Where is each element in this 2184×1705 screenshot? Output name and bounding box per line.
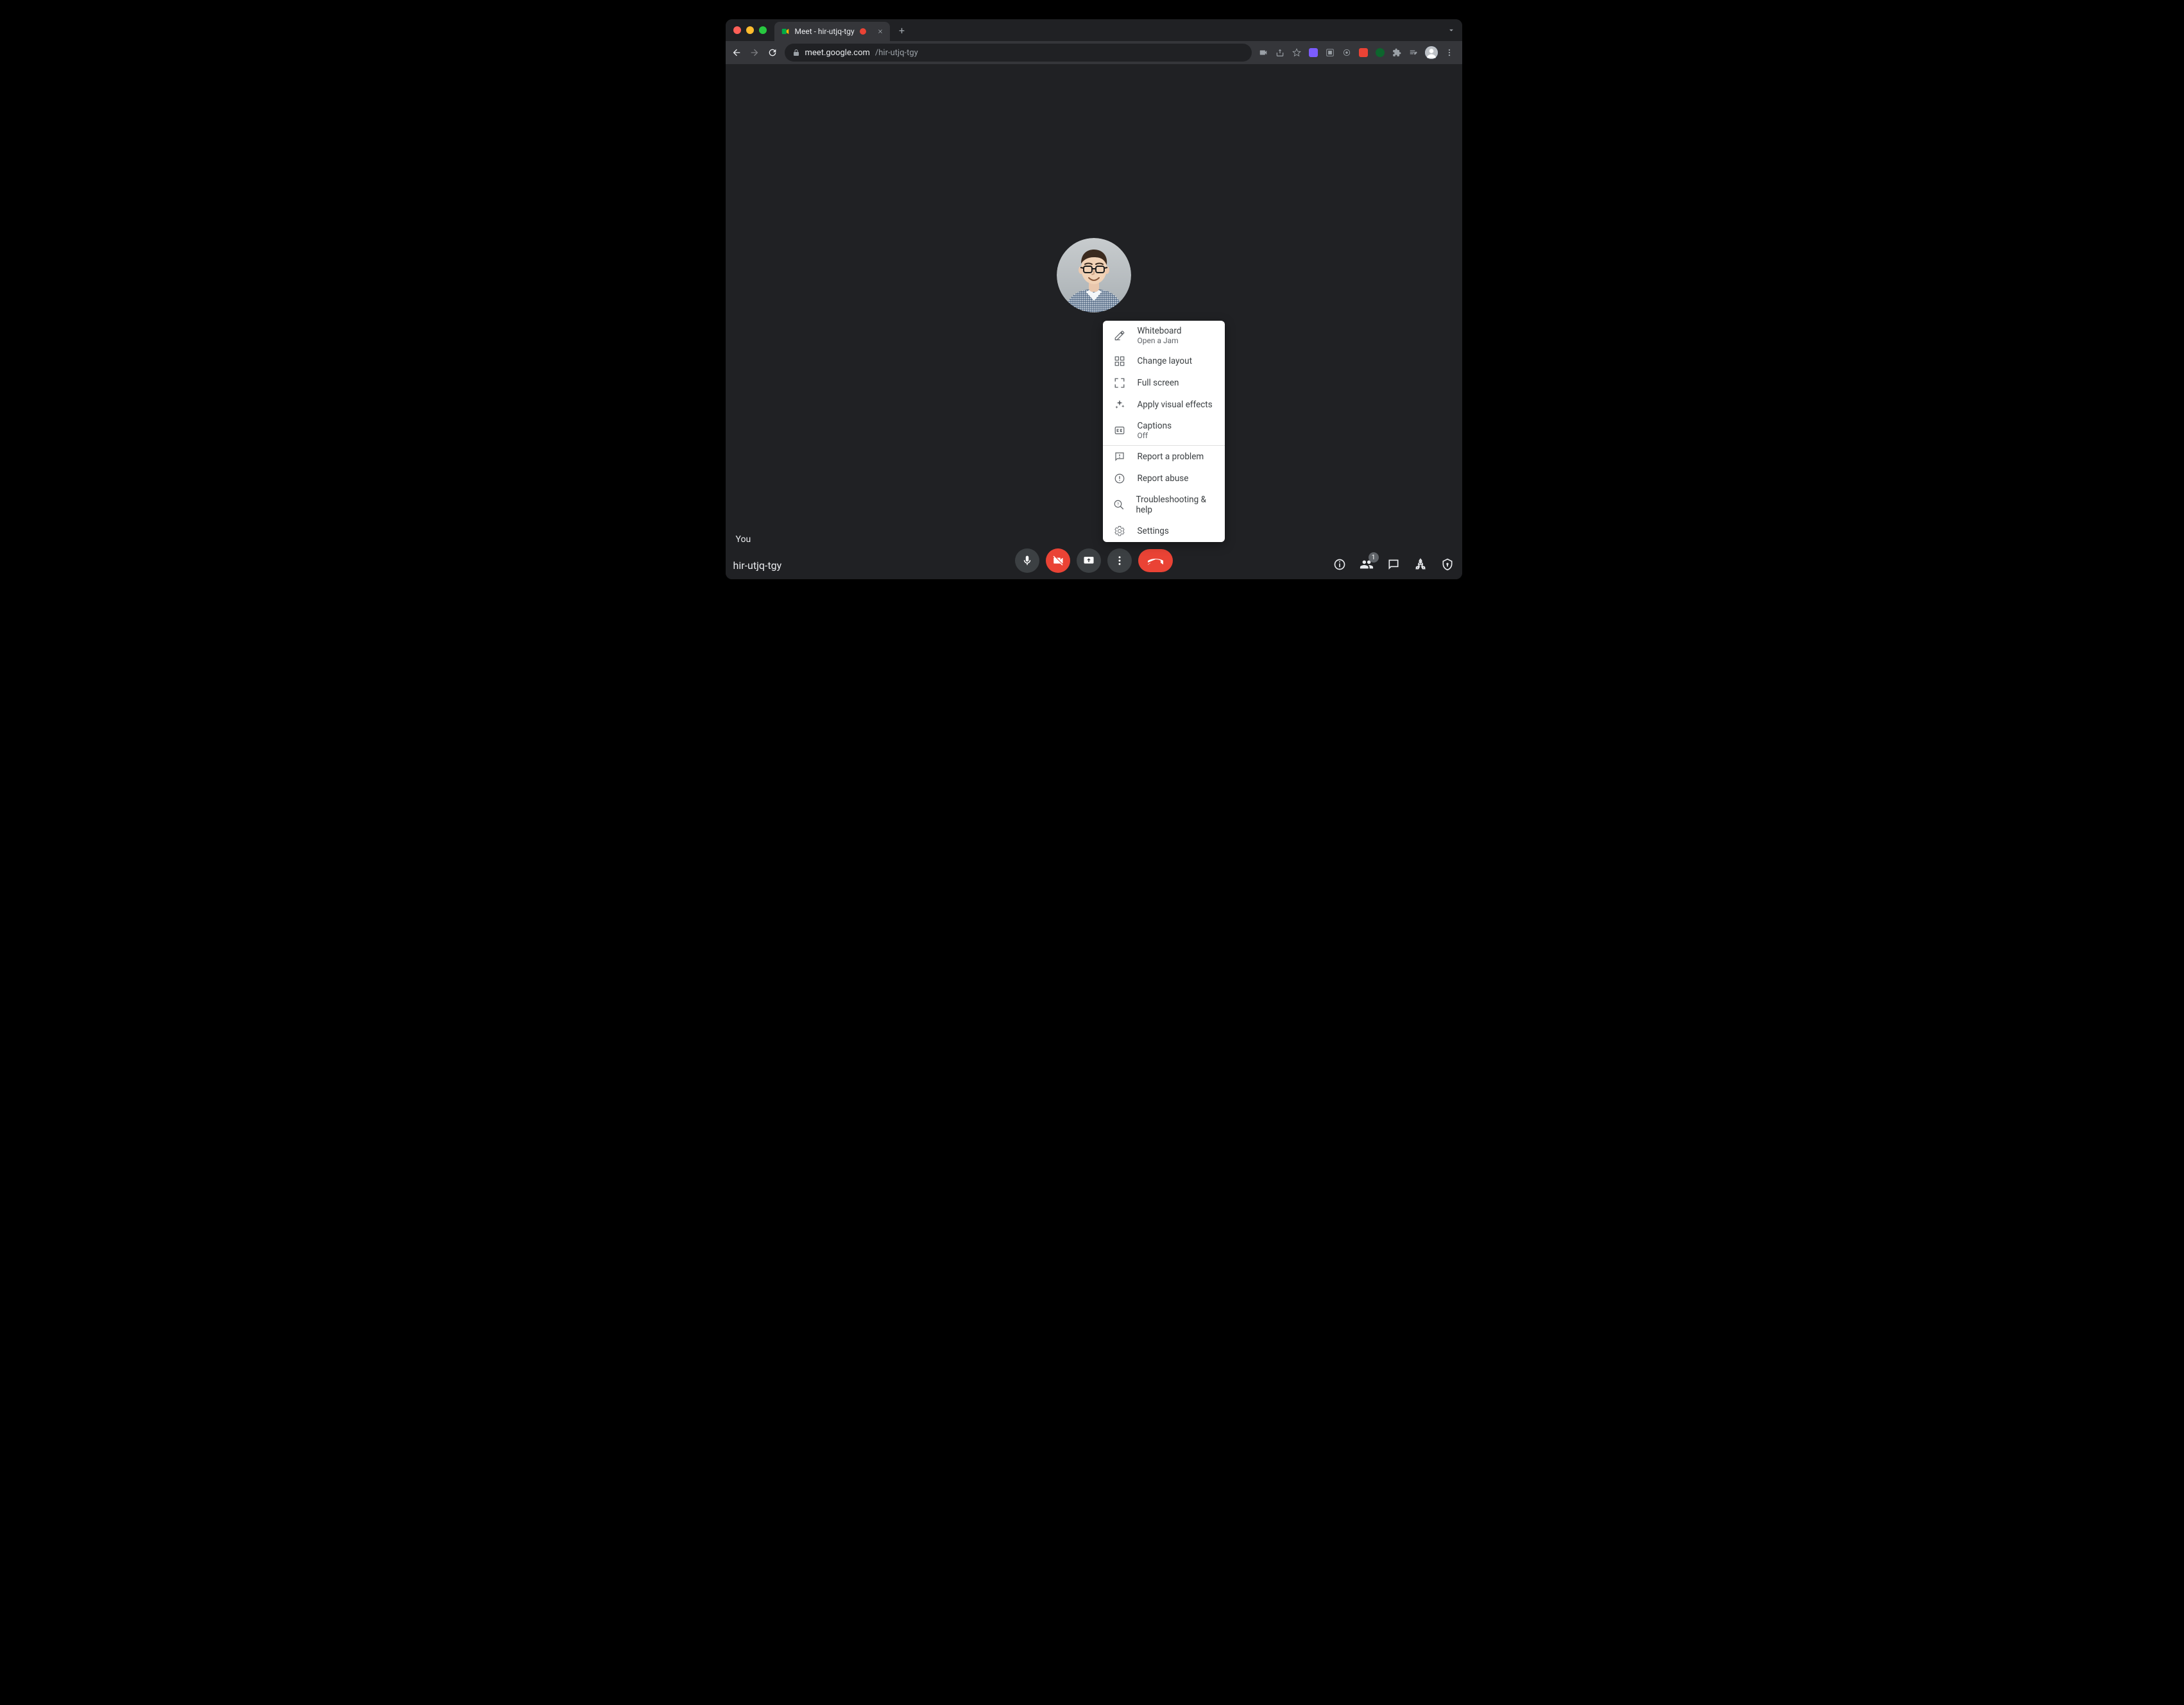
gear-icon — [1113, 525, 1126, 537]
back-button[interactable] — [731, 47, 742, 58]
browser-menu-icon[interactable] — [1444, 47, 1455, 58]
extension-icon-1[interactable] — [1308, 47, 1318, 58]
call-controls — [1015, 548, 1173, 573]
new-tab-button[interactable]: + — [894, 24, 910, 37]
present-screen-button[interactable] — [1077, 548, 1101, 573]
menu-item-report-abuse[interactable]: Report abuse — [1103, 468, 1225, 489]
hang-up-button[interactable] — [1138, 549, 1173, 572]
minimize-window-button[interactable] — [746, 26, 754, 34]
reading-list-icon[interactable] — [1408, 47, 1419, 58]
extension-icon-3[interactable] — [1342, 47, 1352, 58]
host-controls-icon[interactable] — [1440, 557, 1455, 572]
layout-grid-icon — [1113, 355, 1126, 367]
menu-item-label: Report abuse — [1138, 473, 1189, 484]
menu-item-label: Full screen — [1138, 378, 1179, 388]
tab-title: Meet - hir-utjq-tgy — [795, 27, 855, 36]
extension-icons — [1258, 46, 1457, 59]
more-options-button[interactable] — [1107, 548, 1132, 573]
url-path: /hir-utjq-tgy — [875, 48, 918, 58]
menu-item-label: Change layout — [1138, 356, 1192, 366]
url-bar-row: meet.google.com/hir-utjq-tgy — [726, 41, 1462, 64]
menu-item-change-layout[interactable]: Change layout — [1103, 350, 1225, 372]
reload-button[interactable] — [767, 47, 778, 58]
profile-avatar-icon[interactable] — [1425, 46, 1438, 59]
menu-item-fullscreen[interactable]: Full screen — [1103, 372, 1225, 394]
recording-indicator-icon — [860, 28, 866, 35]
extensions-puzzle-icon[interactable] — [1392, 47, 1402, 58]
participants-icon[interactable]: 1 — [1360, 557, 1374, 572]
lock-icon — [792, 49, 800, 56]
captions-icon — [1113, 425, 1126, 436]
tab-bar: Meet - hir-utjq-tgy + — [726, 19, 1462, 41]
sparkle-icon — [1113, 399, 1126, 411]
url-field[interactable]: meet.google.com/hir-utjq-tgy — [785, 44, 1252, 62]
traffic-lights — [733, 26, 767, 34]
menu-item-label: Apply visual effects — [1138, 400, 1213, 410]
chat-icon[interactable] — [1386, 557, 1401, 572]
fullscreen-icon — [1113, 377, 1126, 389]
menu-item-troubleshooting[interactable]: ? Troubleshooting & help — [1103, 489, 1225, 520]
forward-button[interactable] — [749, 47, 760, 58]
menu-item-label: Whiteboard — [1138, 326, 1182, 336]
participant-count-badge: 1 — [1369, 552, 1379, 563]
microphone-button[interactable] — [1015, 548, 1039, 573]
close-tab-icon[interactable] — [877, 28, 883, 35]
pencil-icon — [1113, 330, 1126, 341]
menu-item-label: Captions — [1138, 421, 1172, 431]
meet-favicon-icon — [781, 27, 790, 36]
bookmark-star-icon[interactable] — [1292, 47, 1302, 58]
menu-item-visual-effects[interactable]: Apply visual effects — [1103, 394, 1225, 416]
menu-item-whiteboard[interactable]: Whiteboard Open a Jam — [1103, 321, 1225, 350]
more-options-menu: Whiteboard Open a Jam Change layout Full… — [1103, 321, 1225, 542]
activities-icon[interactable] — [1413, 557, 1428, 572]
participant-name-label: You — [736, 534, 751, 545]
help-search-icon: ? — [1113, 499, 1125, 511]
maximize-window-button[interactable] — [759, 26, 767, 34]
browser-tab[interactable]: Meet - hir-utjq-tgy — [774, 22, 890, 41]
right-panel-icons: 1 — [1333, 557, 1455, 572]
menu-item-label: Troubleshooting & help — [1136, 495, 1215, 515]
share-icon[interactable] — [1275, 47, 1285, 58]
menu-item-sublabel: Off — [1138, 431, 1172, 440]
warning-circle-icon — [1113, 473, 1126, 484]
menu-item-report-problem[interactable]: Report a problem — [1103, 446, 1225, 468]
participant-avatar — [1057, 238, 1131, 312]
menu-item-label: Settings — [1138, 526, 1169, 536]
tabs-dropdown-icon[interactable] — [1447, 26, 1456, 35]
meeting-code: hir-utjq-tgy — [733, 559, 782, 572]
camera-off-button[interactable] — [1046, 548, 1070, 573]
menu-item-label: Report a problem — [1138, 452, 1204, 462]
menu-item-captions[interactable]: Captions Off — [1103, 416, 1225, 445]
close-window-button[interactable] — [733, 26, 741, 34]
extension-icon-2[interactable] — [1325, 47, 1335, 58]
extension-icon-5[interactable] — [1375, 47, 1385, 58]
svg-text:?: ? — [1116, 503, 1119, 507]
url-host: meet.google.com — [805, 48, 870, 58]
meet-page: You hir-utjq-tgy — [726, 64, 1462, 579]
camera-indicator-icon[interactable] — [1258, 47, 1268, 58]
feedback-icon — [1113, 451, 1126, 462]
menu-item-settings[interactable]: Settings — [1103, 520, 1225, 542]
extension-icon-4[interactable] — [1358, 47, 1369, 58]
meeting-details-icon[interactable] — [1333, 557, 1347, 572]
browser-window: Meet - hir-utjq-tgy + — [726, 19, 1462, 579]
menu-item-sublabel: Open a Jam — [1138, 336, 1182, 345]
